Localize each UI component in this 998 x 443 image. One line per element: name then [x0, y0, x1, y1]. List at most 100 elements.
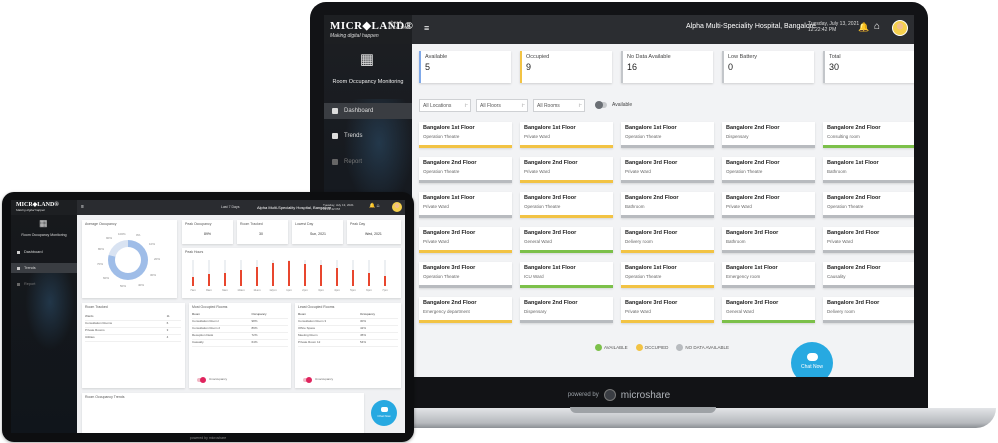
room-card[interactable]: Bangalore 3rd Floor Private Ward: [621, 297, 714, 323]
stat-card-occupied[interactable]: Occupied 9: [520, 51, 612, 83]
sidebar-item-report[interactable]: Report: [324, 154, 412, 170]
room-card[interactable]: Bangalore 1st Floor Operation Theatre: [621, 262, 714, 288]
toggle-label: Unoccupancy: [315, 377, 334, 381]
table-cell-name: Consultation Room 2: [192, 326, 221, 330]
room-card[interactable]: Bangalore 2nd Floor Operation Theatre: [823, 192, 914, 218]
hamburger-menu-icon[interactable]: ≡: [81, 204, 84, 210]
avatar[interactable]: [392, 202, 402, 212]
unoccupancy-toggle[interactable]: [197, 377, 206, 383]
room-card[interactable]: Bangalore 3rd Floor Delivery room: [621, 227, 714, 253]
room-card[interactable]: Bangalore 2nd Floor Emergency department: [419, 297, 512, 323]
table-row: Consultation Rooms 6: [85, 321, 181, 328]
room-card[interactable]: Bangalore 2nd Floor Operation Theatre: [722, 157, 815, 183]
unoccupancy-toggle[interactable]: [303, 377, 312, 383]
home-icon[interactable]: ⌂: [874, 21, 880, 32]
available-toggle[interactable]: [595, 101, 607, 109]
location-select[interactable]: All Locations: [419, 98, 471, 112]
sidebar-item-trends[interactable]: Trends: [11, 263, 77, 273]
bell-icon[interactable]: 🔔: [369, 203, 375, 209]
peak-hour-bar[interactable]: [368, 273, 370, 286]
table-cell-name: Consultation Room I: [192, 319, 220, 323]
room-name: Private Ward: [524, 134, 550, 139]
room-card[interactable]: Bangalore 3rd Floor Private Ward: [419, 227, 512, 253]
home-icon[interactable]: ⌂: [377, 203, 380, 209]
legend-label: NO DATA AVAILABLE: [685, 345, 730, 350]
room-card[interactable]: Bangalore 2nd Floor Private Ward: [520, 157, 613, 183]
peak-hour-bar[interactable]: [352, 270, 354, 286]
room-card[interactable]: Bangalore 3rd Floor Operation Theatre: [419, 262, 512, 288]
room-card[interactable]: Bangalore 2nd Floor Dispensary: [520, 297, 613, 323]
header-time: 12:22:42 PM: [808, 27, 837, 33]
peak-hour-bar[interactable]: [256, 266, 258, 286]
table-cell-value: 54%: [360, 340, 367, 344]
peak-hour-bar[interactable]: [224, 273, 226, 286]
peak-hour-bar[interactable]: [272, 262, 274, 286]
room-card[interactable]: Bangalore 1st Floor ICU Ward: [520, 262, 613, 288]
table-cell-value: 6: [166, 321, 169, 325]
brand-logo[interactable]: MICR◆LAND®: [16, 201, 77, 208]
table-row: Casualty 64%: [192, 340, 288, 347]
peak-hour-bar[interactable]: [304, 263, 306, 286]
peak-hour-bar[interactable]: [208, 274, 210, 286]
room-card[interactable]: Bangalore 3rd Floor General Ward: [520, 227, 613, 253]
floor-select[interactable]: All Floors: [476, 98, 528, 112]
room-card[interactable]: Bangalore 3rd Floor Private Ward: [823, 227, 914, 253]
room-card[interactable]: Bangalore 2nd Floor Consulting room: [823, 122, 914, 148]
peak-hour-bar[interactable]: [240, 270, 242, 286]
room-card[interactable]: Bangalore 3rd Floor Private Ward: [621, 157, 714, 183]
stat-card-low-battery[interactable]: Low Battery 0: [722, 51, 814, 83]
sidebar-item-report[interactable]: Report: [11, 279, 77, 289]
room-name: Private Ward: [625, 169, 651, 174]
sidebar-item-dashboard[interactable]: Dashboard: [324, 103, 412, 119]
sidebar-item-trends[interactable]: Trends: [324, 128, 412, 144]
room-floor: Bangalore 3rd Floor: [726, 300, 779, 306]
room-card[interactable]: Bangalore 1st Floor Operation Theatre: [419, 122, 512, 148]
room-floor: Bangalore 2nd Floor: [827, 125, 881, 131]
sidebar-item-dashboard[interactable]: Dashboard: [11, 247, 77, 257]
room-card[interactable]: Bangalore 3rd Floor Operation Theatre: [520, 192, 613, 218]
legend-dot: [676, 344, 684, 351]
table-cell-value: 11: [166, 314, 170, 318]
table-cell-name: Office Space: [298, 326, 316, 330]
stat-card-no-data[interactable]: No Data Available 16: [621, 51, 713, 83]
room-card[interactable]: Bangalore 2nd Floor Dispensary: [722, 122, 815, 148]
room-name: Bathroom: [827, 169, 847, 174]
room-card[interactable]: Bangalore 2nd Floor Bathroom: [621, 192, 714, 218]
room-card[interactable]: Bangalore 1st Floor Private Ward: [419, 192, 512, 218]
header-time: 12:22:42 PM: [323, 207, 341, 211]
chat-now-button[interactable]: Chat Now: [791, 342, 833, 377]
room-card[interactable]: Bangalore 1st Floor Private Ward: [520, 122, 613, 148]
room-card[interactable]: Bangalore 2nd Floor Operation Theatre: [419, 157, 512, 183]
room-card[interactable]: Bangalore 1st Floor Operation Theatre: [621, 122, 714, 148]
room-card[interactable]: Bangalore 3rd Floor Bathroom: [722, 227, 815, 253]
room-name: Operation Theatre: [423, 134, 460, 139]
hamburger-menu-icon[interactable]: ≡: [424, 23, 429, 33]
room-select[interactable]: All Rooms: [533, 98, 585, 112]
room-card[interactable]: Bangalore 3rd Floor Delivery room: [823, 297, 914, 323]
table-row: Office Space 42%: [298, 326, 398, 333]
room-name: Consulting room: [827, 134, 860, 139]
least-occupied-panel: Least Occupied Rooms Room Occupancy Consul…: [295, 303, 401, 388]
stat-card-total[interactable]: Total 30: [823, 51, 914, 83]
room-card[interactable]: Bangalore 2nd Floor Private Ward: [722, 192, 815, 218]
peak-hour-bar[interactable]: [320, 265, 322, 286]
microshare-brand: microshare: [620, 389, 671, 401]
table-row: Wards 11: [85, 314, 181, 321]
peak-hour-bar[interactable]: [288, 261, 290, 286]
peak-hour-bar[interactable]: [336, 267, 338, 286]
bell-icon[interactable]: 🔔: [858, 22, 869, 33]
table-cell-name: Consultation Room 3: [298, 319, 327, 323]
avatar[interactable]: [892, 20, 908, 36]
room-card[interactable]: Bangalore 3rd Floor General Ward: [722, 297, 815, 323]
room-floor: Bangalore 1st Floor: [625, 125, 677, 131]
chat-now-button[interactable]: Chat Now: [371, 400, 397, 426]
period-select[interactable]: Last 7 Days: [221, 205, 239, 209]
peak-hour-bar[interactable]: [192, 276, 194, 286]
app-name: Room Occupancy Monitoring: [21, 233, 67, 237]
room-card[interactable]: Bangalore 1st Floor Emergency room: [722, 262, 815, 288]
card-title: Peak Occupancy: [185, 222, 212, 226]
room-card[interactable]: Bangalore 1st Floor Bathroom: [823, 157, 914, 183]
stat-card-available[interactable]: Available 5: [419, 51, 511, 83]
room-card[interactable]: Bangalore 2nd Floor Causality: [823, 262, 914, 288]
peak-hour-bar[interactable]: [384, 275, 386, 286]
